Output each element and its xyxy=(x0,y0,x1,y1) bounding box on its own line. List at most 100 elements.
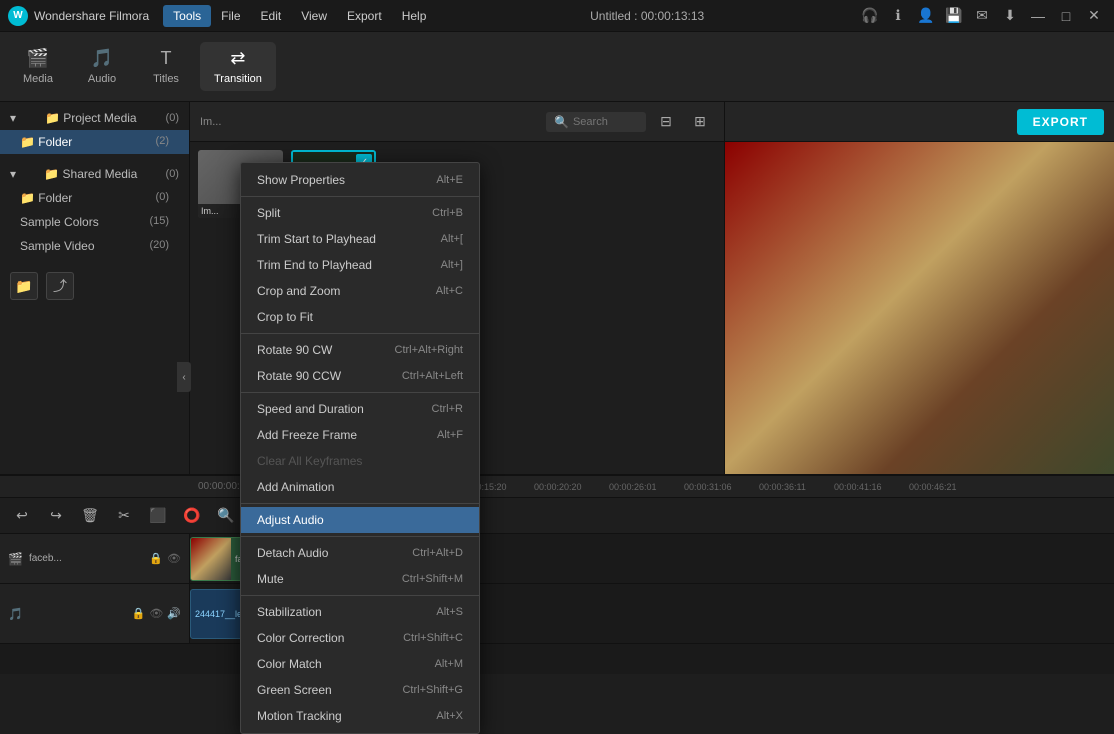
menu-mute[interactable]: Mute Ctrl+Shift+M xyxy=(241,566,479,592)
sidebar-item-folder[interactable]: 📁 Folder (2) xyxy=(0,130,189,154)
add-animation-label: Add Animation xyxy=(257,480,334,494)
audio-track-icon: 🎵 xyxy=(8,607,23,621)
menu-split[interactable]: Split Ctrl+B xyxy=(241,200,479,226)
separator-5 xyxy=(241,536,479,537)
menu-trim-start[interactable]: Trim Start to Playhead Alt+[ xyxy=(241,226,479,252)
chevron-icon: ▾ xyxy=(10,111,16,125)
audio-track-controls: 🔒 👁 🔊 xyxy=(132,607,181,620)
menu-show-properties[interactable]: Show Properties Alt+E xyxy=(241,167,479,193)
menu-clear-keyframes: Clear All Keyframes xyxy=(241,448,479,474)
info-icon[interactable]: ℹ xyxy=(886,4,910,28)
new-folder-button[interactable]: 📁 xyxy=(10,272,38,300)
mute-shortcut: Ctrl+Shift+M xyxy=(402,573,463,585)
menu-green-screen[interactable]: Green Screen Ctrl+Shift+G xyxy=(241,677,479,703)
tl-cut-button[interactable]: ✂ xyxy=(110,502,138,530)
eye-track-button[interactable]: 👁 xyxy=(167,552,181,565)
mail-icon[interactable]: ✉ xyxy=(970,4,994,28)
timeline-tracks: 🎬 faceb... 🔒 👁 faceb... 🎵 🔒 � xyxy=(0,534,1114,712)
sidebar-item-sample-colors[interactable]: Sample Colors (15) xyxy=(0,210,189,234)
color-correction-shortcut: Ctrl+Shift+C xyxy=(403,632,463,644)
timeline-edit-controls: ↩ ↪ 🗑 ✂ ⬛ ⭕ 🔍 xyxy=(0,498,1114,534)
tl-zoom-button[interactable]: ⭕ xyxy=(178,502,206,530)
filter-button[interactable]: ⊟ xyxy=(652,108,680,136)
tl-crop-button[interactable]: ⬛ xyxy=(144,502,172,530)
menu-edit[interactable]: Edit xyxy=(251,5,292,27)
search-input[interactable] xyxy=(573,116,643,128)
project-media-label: 📁 Project Media xyxy=(45,111,137,125)
separator-6 xyxy=(241,595,479,596)
tab-audio[interactable]: 🎵 Audio xyxy=(72,42,132,91)
menu-view[interactable]: View xyxy=(291,5,337,27)
sidebar-item-sample-video[interactable]: Sample Video (20) xyxy=(0,234,189,258)
menu-rotate-cw[interactable]: Rotate 90 CW Ctrl+Alt+Right xyxy=(241,337,479,363)
menu-color-match[interactable]: Color Match Alt+M xyxy=(241,651,479,677)
grid-view-button[interactable]: ⊞ xyxy=(686,108,714,136)
download-icon[interactable]: ⬇ xyxy=(998,4,1022,28)
menu-stabilization[interactable]: Stabilization Alt+S xyxy=(241,599,479,625)
lock-audio-button[interactable]: 🔒 xyxy=(132,607,146,620)
menu-motion-tracking[interactable]: Motion Tracking Alt+X xyxy=(241,703,479,729)
sidebar-item-shared-folder[interactable]: 📁 Folder (0) xyxy=(0,186,189,210)
mute-label: Mute xyxy=(257,572,284,586)
video-track-row: 🎬 faceb... 🔒 👁 faceb... xyxy=(0,534,1114,584)
menu-detach-audio[interactable]: Detach Audio Ctrl+Alt+D xyxy=(241,540,479,566)
trim-start-shortcut: Alt+[ xyxy=(441,233,463,245)
add-freeze-label: Add Freeze Frame xyxy=(257,428,357,442)
ruler-mark-6: 00:00:41:16 xyxy=(830,482,905,492)
menu-speed-duration[interactable]: Speed and Duration Ctrl+R xyxy=(241,396,479,422)
menu-crop-zoom[interactable]: Crop and Zoom Alt+C xyxy=(241,278,479,304)
menu-file[interactable]: File xyxy=(211,5,250,27)
crop-fit-label: Crop to Fit xyxy=(257,310,313,324)
menu-trim-end[interactable]: Trim End to Playhead Alt+] xyxy=(241,252,479,278)
save-icon[interactable]: 💾 xyxy=(942,4,966,28)
tl-redo-button[interactable]: ↪ xyxy=(42,502,70,530)
user-icon[interactable]: 👤 xyxy=(914,4,938,28)
tab-titles[interactable]: T Titles xyxy=(136,42,196,91)
menu-export[interactable]: Export xyxy=(337,5,392,27)
menu-help[interactable]: Help xyxy=(392,5,437,27)
maximize-button[interactable]: □ xyxy=(1054,4,1078,28)
tab-media[interactable]: 🎬 Media xyxy=(8,42,68,91)
headphone-icon[interactable]: 🎧 xyxy=(858,4,882,28)
menu-color-correction[interactable]: Color Correction Ctrl+Shift+C xyxy=(241,625,479,651)
mute-audio-button[interactable]: 🔊 xyxy=(167,607,181,620)
menu-adjust-audio[interactable]: Adjust Audio xyxy=(241,507,479,533)
menu-rotate-ccw[interactable]: Rotate 90 CCW Ctrl+Alt+Left xyxy=(241,363,479,389)
import-button[interactable]: ⤴ xyxy=(46,272,74,300)
trim-end-shortcut: Alt+] xyxy=(441,259,463,271)
video-track-header: 🎬 faceb... 🔒 👁 xyxy=(0,534,190,583)
sidebar-header-shared-media[interactable]: ▾ 📁 Shared Media (0) xyxy=(0,162,189,186)
menu-add-animation[interactable]: Add Animation xyxy=(241,474,479,500)
crop-zoom-label: Crop and Zoom xyxy=(257,284,340,298)
lock-track-button[interactable]: 🔒 xyxy=(149,552,163,565)
tl-undo-button[interactable]: ↩ xyxy=(8,502,36,530)
separator-3 xyxy=(241,392,479,393)
menu-tools[interactable]: Tools xyxy=(163,5,211,27)
menu-add-freeze[interactable]: Add Freeze Frame Alt+F xyxy=(241,422,479,448)
menu-crop-fit[interactable]: Crop to Fit xyxy=(241,304,479,330)
search-icon: 🔍 xyxy=(554,115,569,129)
split-label: Split xyxy=(257,206,280,220)
trim-end-label: Trim End to Playhead xyxy=(257,258,372,272)
eye-audio-button[interactable]: 👁 xyxy=(149,607,163,620)
add-freeze-shortcut: Alt+F xyxy=(437,429,463,441)
stabilization-shortcut: Alt+S xyxy=(436,606,463,618)
separator-2 xyxy=(241,333,479,334)
crop-zoom-shortcut: Alt+C xyxy=(436,285,463,297)
sidebar-header-project-media[interactable]: ▾ 📁 Project Media (0) xyxy=(0,106,189,130)
tl-delete-button[interactable]: 🗑 xyxy=(76,502,104,530)
chevron-icon-shared: ▾ xyxy=(10,167,16,181)
green-screen-shortcut: Ctrl+Shift+G xyxy=(402,684,463,696)
timeline: 00:00:00:00 00:00:05:00 00:00:15:20 00:0… xyxy=(0,474,1114,674)
tab-transition[interactable]: ⇄ Transition xyxy=(200,42,276,91)
transition-icon: ⇄ xyxy=(230,48,245,69)
shared-media-label: 📁 Shared Media xyxy=(44,167,137,181)
tab-media-label: Media xyxy=(23,73,53,85)
minimize-button[interactable]: — xyxy=(1026,4,1050,28)
export-button[interactable]: EXPORT xyxy=(1017,109,1104,135)
tl-fit-button[interactable]: 🔍 xyxy=(212,502,240,530)
sidebar-collapse-button[interactable]: ‹ xyxy=(177,362,190,392)
rotate-cw-shortcut: Ctrl+Alt+Right xyxy=(395,344,463,356)
close-button[interactable]: ✕ xyxy=(1082,4,1106,28)
search-box[interactable]: 🔍 xyxy=(546,112,646,132)
